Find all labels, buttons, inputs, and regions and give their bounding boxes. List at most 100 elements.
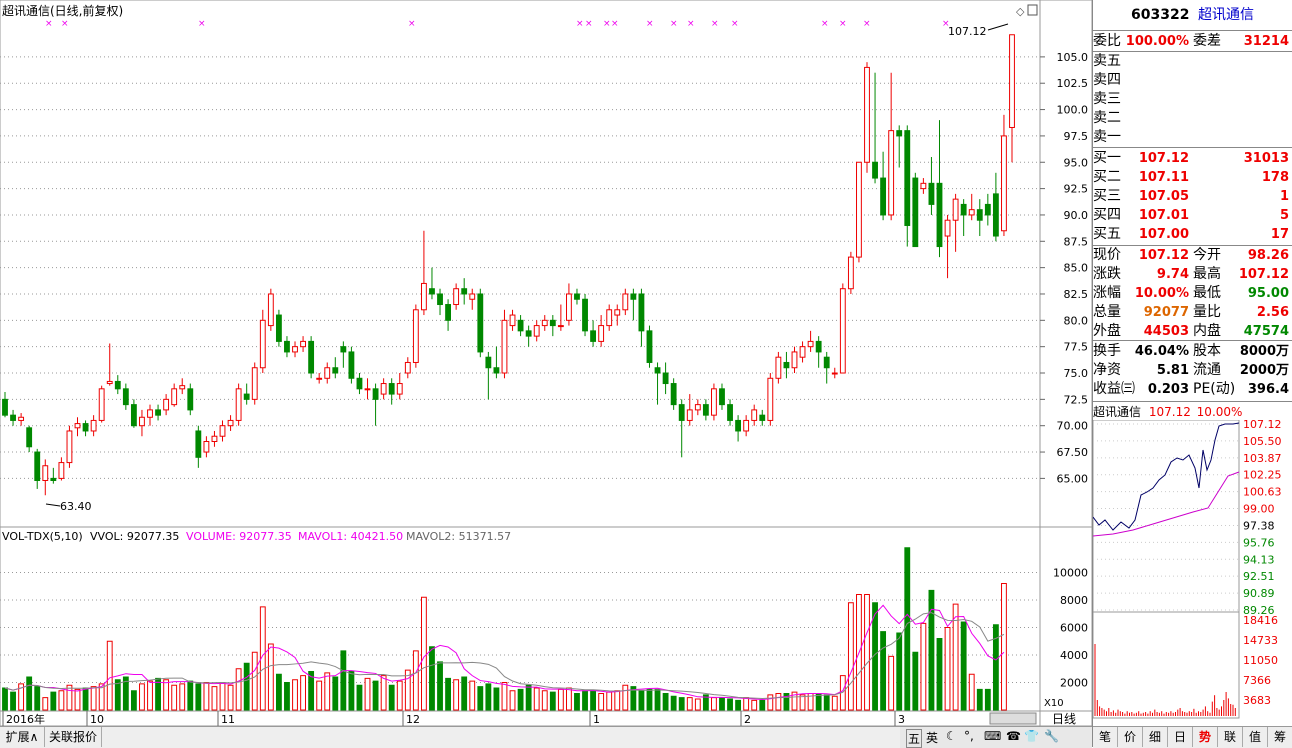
candle-body <box>719 388 725 406</box>
volume-bar <box>211 686 218 711</box>
sell-row-1[interactable]: 卖一 <box>1093 128 1292 147</box>
buy-volume: 178 <box>1261 170 1289 185</box>
zoom-scrollbar[interactable] <box>989 712 1037 725</box>
vol-indicator-label[interactable]: VOL-TDX(5,10) <box>2 530 83 543</box>
volume-bar <box>396 680 403 711</box>
quote-row: 外盘 44503 内盘 47574 <box>1093 322 1292 341</box>
volume-bar <box>203 682 210 711</box>
candle-body <box>960 203 967 216</box>
buy-row-1[interactable]: 买一 107.12 31013 <box>1093 149 1292 168</box>
volume-tick-label: 6000 <box>1060 622 1088 635</box>
buy-row-4[interactable]: 买四 107.01 5 <box>1093 206 1292 225</box>
expand-tab[interactable]: 扩展∧ <box>0 727 45 747</box>
side-tab-5[interactable]: 联 <box>1218 727 1243 747</box>
related-quotes-tab[interactable]: 关联报价 <box>45 727 102 747</box>
volume-bar <box>960 621 967 711</box>
volume-bar <box>831 695 838 711</box>
quote-value: 107.12 <box>1138 248 1189 263</box>
diamond-icon[interactable]: ◇ <box>1016 5 1025 18</box>
candle <box>582 293 588 337</box>
volume-bar <box>509 690 516 711</box>
sell-row-5[interactable]: 卖五 <box>1093 52 1292 71</box>
candle-body <box>324 367 331 379</box>
price-tick-label: 95.0 <box>1064 156 1089 169</box>
keyboard-icon[interactable]: ⌨ <box>984 729 1001 743</box>
price-tick-label: 97.5 <box>1064 130 1089 143</box>
candle-body <box>42 465 49 481</box>
english-icon[interactable]: 英 <box>926 729 938 746</box>
candle-body <box>50 477 57 481</box>
volume-bar <box>847 602 854 711</box>
wrench-icon[interactable]: 🔧 <box>1044 729 1059 743</box>
buy-row-2[interactable]: 买二 107.11 178 <box>1093 168 1292 187</box>
volume-bar <box>356 684 363 711</box>
volume-bar <box>163 679 170 711</box>
mini-title: 超讯通信 <box>1093 405 1142 419</box>
period-label[interactable]: 日线 <box>1052 712 1076 726</box>
date-axis <box>0 710 1041 727</box>
candle-body <box>461 288 468 295</box>
volume-bar <box>984 688 991 711</box>
volume-bar <box>976 688 983 711</box>
volume-bar <box>904 547 911 711</box>
moon-icon[interactable]: ☾ <box>946 729 957 743</box>
candle-body <box>26 427 33 448</box>
candle-body <box>348 351 355 379</box>
candle-body <box>566 293 572 321</box>
candle-body <box>372 388 379 400</box>
mini-chart-header: 超讯通信 107.12 10.00% <box>1093 403 1292 421</box>
candle-body <box>284 340 290 353</box>
candle <box>267 288 274 331</box>
quote-value-2: 98.26 <box>1247 248 1289 263</box>
volume-bar <box>50 691 57 711</box>
candle-body <box>130 404 137 427</box>
candle-body <box>106 380 113 385</box>
candle-body <box>976 209 983 221</box>
side-tabs: 笔价细日势联值筹 <box>1093 726 1292 748</box>
candle <box>912 172 919 248</box>
mini-price-tick: 102.25 <box>1243 469 1282 482</box>
side-tab-3[interactable]: 日 <box>1168 727 1193 747</box>
volume-bar <box>106 640 113 711</box>
side-tab-1[interactable]: 价 <box>1118 727 1143 747</box>
volume-bar <box>912 651 919 711</box>
volume-bar <box>445 677 451 711</box>
candle-body <box>316 377 323 380</box>
chart-title: 超讯通信(日线,前复权) <box>2 3 123 18</box>
five-icon[interactable]: 五 <box>906 729 923 748</box>
candle <box>275 309 282 347</box>
volume-bar <box>437 661 443 711</box>
volume-bar <box>195 683 202 711</box>
buy-row-5[interactable]: 买五 107.00 17 <box>1093 225 1292 244</box>
signal-marker: × <box>863 19 871 29</box>
volume-bar <box>598 693 605 711</box>
sell-row-4[interactable]: 卖四 <box>1093 71 1292 90</box>
kline-chart-area[interactable]: × × × × × × × × × × × × × × × × × 105.0102.5100.097.595.… <box>0 0 1092 747</box>
sell-row-2[interactable]: 卖二 <box>1093 109 1292 128</box>
quote-label-2: 今开 <box>1193 247 1221 263</box>
side-tab-0[interactable]: 笔 <box>1093 727 1118 747</box>
candle-body <box>944 219 951 237</box>
volume-bar <box>412 650 419 711</box>
sell-row-3[interactable]: 卖三 <box>1093 90 1292 109</box>
buy-row-3[interactable]: 买三 107.05 1 <box>1093 187 1292 206</box>
volume-bar <box>147 680 153 711</box>
buy-price: 107.12 <box>1138 151 1189 166</box>
punctuation-icon[interactable]: °, <box>964 729 974 743</box>
candle-body <box>670 383 677 406</box>
phone-icon[interactable]: ☎ <box>1006 729 1021 743</box>
candle-body <box>807 340 814 348</box>
side-tab-4[interactable]: 势 <box>1193 727 1218 747</box>
candle-body <box>686 409 693 421</box>
side-tab-6[interactable]: 值 <box>1243 727 1268 747</box>
side-tab-2[interactable]: 细 <box>1143 727 1168 747</box>
candle-body <box>155 409 161 416</box>
volume-bar <box>767 694 774 711</box>
intraday-mini-chart[interactable]: 107.12 105.50 103.87 102.25 100.63 99.00 97.38… <box>1093 420 1292 726</box>
side-tab-7[interactable]: 筹 <box>1268 727 1292 747</box>
volume-tick-label: 8000 <box>1060 594 1088 607</box>
candle-body <box>445 304 451 321</box>
volume-tick-label: 2000 <box>1060 677 1088 690</box>
candle <box>501 309 508 379</box>
shirt-icon[interactable]: 👕 <box>1024 729 1039 743</box>
